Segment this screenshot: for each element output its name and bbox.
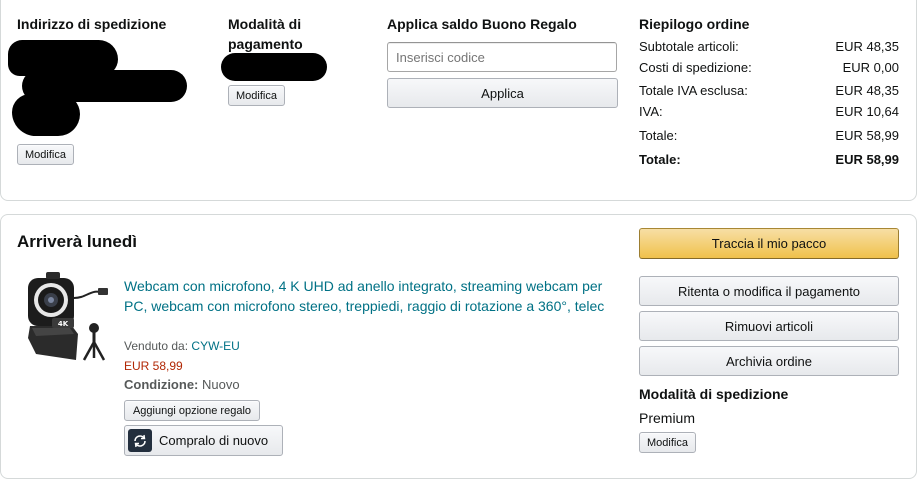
condition-value: Nuovo — [202, 377, 240, 392]
edit-shipping-method-button[interactable]: Modifica — [639, 432, 696, 453]
gift-card-heading: Applica saldo Buono Regalo — [387, 16, 577, 32]
sold-by: Venduto da: CYW-EU — [124, 338, 240, 354]
order-summary-heading: Riepilogo ordine — [639, 16, 750, 32]
redacted-payment-info — [221, 53, 327, 81]
summary-label: Costi di spedizione: — [639, 60, 752, 75]
track-package-button[interactable]: Traccia il mio pacco — [639, 228, 899, 259]
product-title-link[interactable]: Webcam con microfono, 4 K UHD ad anello … — [124, 276, 614, 316]
buy-again-icon — [128, 429, 152, 452]
shipping-address-heading: Indirizzo di spedizione — [17, 16, 167, 32]
condition-label: Condizione: — [124, 377, 199, 392]
remove-items-button[interactable]: Rimuovi articoli — [639, 311, 899, 341]
grand-total-label: Totale: — [639, 152, 681, 167]
summary-row-total: Totale: EUR 58,99 — [639, 126, 899, 146]
retry-payment-button[interactable]: Ritenta o modifica il pagamento — [639, 276, 899, 306]
summary-value: EUR 58,99 — [835, 128, 899, 143]
summary-row-total-excl-vat: Totale IVA esclusa: EUR 48,35 — [639, 81, 899, 101]
shipping-method-value: Premium — [639, 410, 696, 426]
apply-gift-card-button[interactable]: Applica — [387, 78, 618, 108]
summary-row-grand-total: Totale: EUR 58,99 — [639, 150, 899, 170]
product-price: EUR 58,99 — [124, 359, 183, 373]
edit-payment-method-button[interactable]: Modifica — [228, 85, 285, 106]
summary-value: EUR 0,00 — [842, 60, 899, 75]
grand-total-value: EUR 58,99 — [835, 152, 899, 167]
summary-label: Subtotale articoli: — [639, 39, 739, 54]
summary-value: EUR 48,35 — [835, 83, 899, 98]
summary-value: EUR 48,35 — [835, 39, 899, 54]
webcam-product-icon: 4K — [28, 272, 108, 361]
summary-row-shipping: Costi di spedizione: EUR 0,00 — [639, 58, 899, 78]
summary-label: IVA: — [639, 104, 663, 119]
buy-again-label: Compralo di nuovo — [159, 433, 269, 448]
sold-by-label: Venduto da: — [124, 339, 189, 353]
shipping-method-heading: Modalità di spedizione — [639, 386, 789, 402]
summary-row-subtotal: Subtotale articoli: EUR 48,35 — [639, 37, 899, 57]
summary-row-vat: IVA: EUR 10,64 — [639, 102, 899, 122]
summary-label: Totale IVA esclusa: — [639, 83, 748, 98]
svg-text:4K: 4K — [58, 320, 69, 328]
condition: Condizione: Nuovo — [124, 376, 240, 394]
gift-card-code-input[interactable] — [387, 42, 617, 72]
edit-shipping-address-button[interactable]: Modifica — [17, 144, 74, 165]
product-image[interactable]: 4K — [22, 268, 118, 364]
summary-value: EUR 10,64 — [835, 104, 899, 119]
add-gift-option-button[interactable]: Aggiungi opzione regalo — [124, 400, 260, 421]
seller-link[interactable]: CYW-EU — [191, 339, 239, 353]
delivery-date-heading: Arriverà lunedì — [17, 232, 137, 251]
payment-method-heading: Modalità di pagamento — [228, 16, 303, 52]
redacted-address-line-3 — [12, 94, 80, 136]
buy-again-button[interactable]: Compralo di nuovo — [124, 425, 283, 456]
archive-order-button[interactable]: Archivia ordine — [639, 346, 899, 376]
summary-label: Totale: — [639, 128, 678, 143]
